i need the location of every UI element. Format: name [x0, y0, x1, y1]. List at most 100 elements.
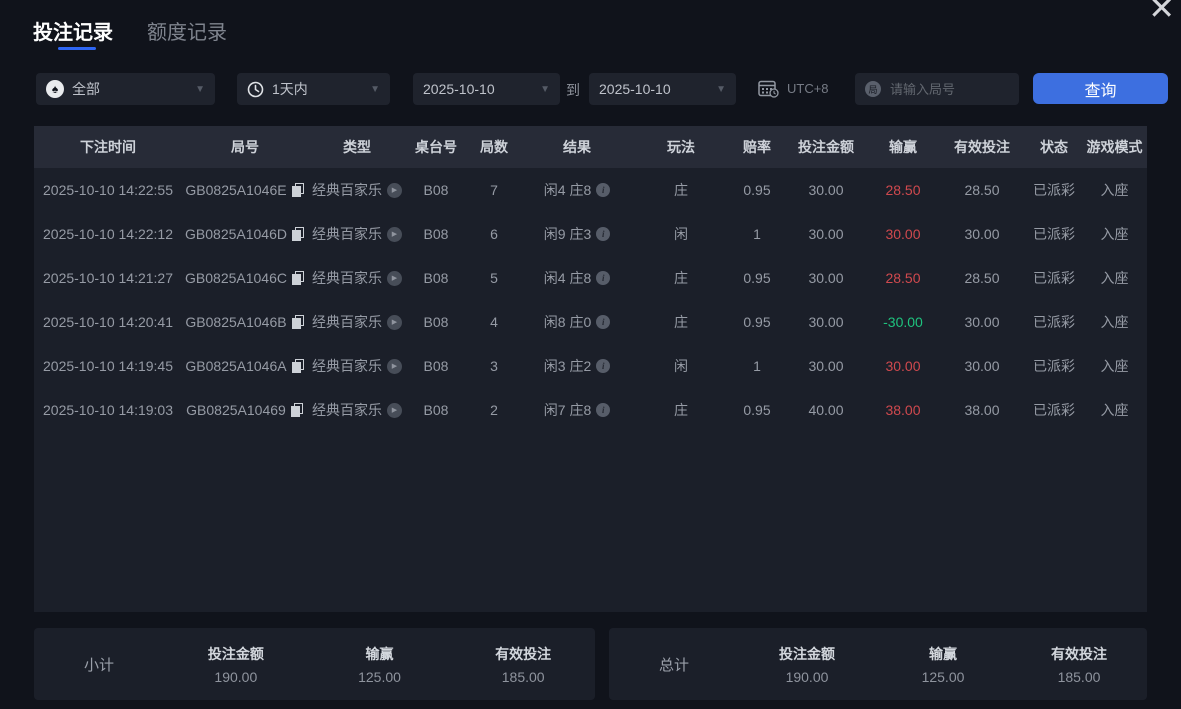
chevron-down-icon: ▼: [370, 83, 380, 95]
total-amount-value: 190.00: [785, 668, 829, 685]
table-row: 2025-10-10 14:22:55 GB0825A1046E 经典百家乐 ▶…: [34, 168, 1147, 212]
header-table-no: 桌台号: [415, 139, 457, 155]
valid-bet-cell: 30.00: [964, 358, 1000, 374]
header-bet-time: 下注时间: [80, 139, 136, 155]
subtotal-validbet-value: 185.00: [501, 668, 545, 685]
info-icon[interactable]: i: [596, 183, 611, 197]
status-cell: 已派彩: [1033, 402, 1075, 418]
play-type-cell: 闲: [674, 358, 688, 374]
bet-time-cell: 2025-10-10 14:19:03: [43, 402, 173, 418]
subtotal-amount-label: 投注金额: [207, 645, 264, 662]
total-label: 总计: [658, 656, 689, 674]
bet-amount-cell: 30.00: [808, 358, 844, 374]
round-number-input[interactable]: [888, 80, 1009, 98]
game-mode-cell: 入座: [1100, 358, 1129, 374]
time-range-value: 1天内: [272, 81, 308, 97]
total-panel: 总计 投注金额 190.00 输赢 125.00 有效投注 185.00: [609, 628, 1147, 700]
total-validbet-label: 有效投注: [1051, 645, 1107, 662]
date-to-value: 2025-10-10: [599, 81, 671, 97]
clock-icon: [247, 81, 264, 98]
header-result: 结果: [563, 139, 591, 155]
replay-video-icon[interactable]: ▶: [387, 270, 402, 286]
table-no-cell: B08: [423, 182, 449, 198]
valid-bet-cell: 30.00: [964, 314, 1000, 330]
status-cell: 已派彩: [1033, 358, 1075, 374]
header-game-mode: 游戏模式: [1086, 139, 1143, 155]
valid-bet-cell: 30.00: [964, 226, 1000, 242]
table-no-cell: B08: [423, 226, 449, 242]
subtotal-label: 小计: [83, 656, 114, 674]
bet-amount-cell: 30.00: [808, 270, 844, 286]
bet-records-table: 下注时间 局号 类型 桌台号 局数 结果 玩法 赔率 投注金额 输赢 有效投注 …: [34, 126, 1147, 612]
win-loss-cell: 38.00: [885, 402, 921, 418]
header-status: 状态: [1040, 139, 1068, 155]
chevron-down-icon: ▼: [716, 83, 726, 95]
header-bet-amount: 投注金额: [798, 139, 854, 155]
round-no-cell: 5: [490, 270, 498, 286]
odds-cell: 1: [753, 226, 761, 242]
info-icon[interactable]: i: [596, 227, 611, 241]
subtotal-panel: 小计 投注金额 190.00 输赢 125.00 有效投注 185.00: [34, 628, 595, 700]
total-winloss-label: 输赢: [929, 645, 957, 662]
replay-video-icon[interactable]: ▶: [387, 226, 402, 242]
copy-icon[interactable]: [291, 315, 305, 329]
replay-video-icon[interactable]: ▶: [387, 402, 402, 418]
game-type-dropdown[interactable]: ♠ 全部 ▼: [36, 73, 215, 105]
bet-amount-cell: 30.00: [808, 226, 844, 242]
date-range-to-label: 到: [566, 82, 580, 98]
odds-cell: 0.95: [743, 402, 771, 418]
game-mode-cell: 入座: [1100, 402, 1129, 418]
odds-cell: 0.95: [743, 182, 771, 198]
date-from-dropdown[interactable]: 2025-10-10 ▼: [413, 73, 560, 105]
game-mode-cell: 入座: [1100, 182, 1129, 198]
play-type-cell: 庄: [674, 402, 688, 418]
header-win-loss: 输赢: [889, 139, 917, 155]
subtotal-amount-value: 190.00: [214, 668, 258, 685]
round-no-cell: 6: [490, 226, 498, 242]
copy-icon[interactable]: [291, 183, 305, 197]
replay-video-icon[interactable]: ▶: [387, 182, 402, 198]
replay-video-icon[interactable]: ▶: [387, 314, 402, 330]
close-icon[interactable]: ✕: [1148, 0, 1175, 24]
copy-icon[interactable]: [290, 403, 304, 417]
round-badge-icon: 局: [865, 81, 881, 97]
replay-video-icon[interactable]: ▶: [387, 358, 402, 374]
round-id-cell: GB0825A1046E: [182, 182, 308, 198]
copy-icon[interactable]: [291, 271, 305, 285]
subtotal-winloss-value: 125.00: [358, 668, 401, 685]
game-type-cell: 经典百家乐 ▶: [308, 356, 406, 376]
table-no-cell: B08: [423, 402, 449, 418]
search-button[interactable]: 查询: [1033, 73, 1168, 104]
round-id-cell: GB0825A1046A: [182, 358, 308, 374]
game-mode-cell: 入座: [1100, 270, 1129, 286]
play-type-cell: 闲: [674, 226, 688, 242]
game-type-cell: 经典百家乐 ▶: [308, 268, 406, 288]
tab-quota-records[interactable]: 额度记录: [147, 16, 227, 45]
copy-icon[interactable]: [291, 227, 305, 241]
table-row: 2025-10-10 14:19:45 GB0825A1046A 经典百家乐 ▶…: [34, 344, 1147, 388]
play-type-cell: 庄: [674, 182, 688, 198]
timezone-label: UTC+8: [787, 81, 829, 96]
odds-cell: 0.95: [743, 314, 771, 330]
table-row: 2025-10-10 14:19:03 GB0825A10469 经典百家乐 ▶…: [34, 388, 1147, 432]
header-round-id: 局号: [231, 139, 259, 155]
valid-bet-cell: 28.50: [964, 182, 1000, 198]
table-row: 2025-10-10 14:20:41 GB0825A1046B 经典百家乐 ▶…: [34, 300, 1147, 344]
copy-icon[interactable]: [291, 359, 305, 373]
result-cell: 闲8 庄0 i: [522, 312, 632, 332]
game-type-cell: 经典百家乐 ▶: [308, 400, 406, 420]
win-loss-cell: -30.00: [883, 314, 923, 330]
info-icon[interactable]: i: [596, 315, 611, 329]
round-id-cell: GB0825A1046C: [182, 270, 308, 286]
result-cell: 闲9 庄3 i: [522, 224, 632, 244]
time-range-dropdown[interactable]: 1天内 ▼: [237, 73, 390, 105]
date-to-dropdown[interactable]: 2025-10-10 ▼: [589, 73, 736, 105]
bet-time-cell: 2025-10-10 14:21:27: [43, 270, 173, 286]
info-icon[interactable]: i: [596, 403, 611, 417]
info-icon[interactable]: i: [596, 359, 611, 373]
table-no-cell: B08: [423, 314, 449, 330]
game-mode-cell: 入座: [1100, 314, 1129, 330]
info-icon[interactable]: i: [596, 271, 611, 285]
tab-bet-records[interactable]: 投注记录: [33, 16, 113, 45]
round-no-cell: 2: [490, 402, 498, 418]
